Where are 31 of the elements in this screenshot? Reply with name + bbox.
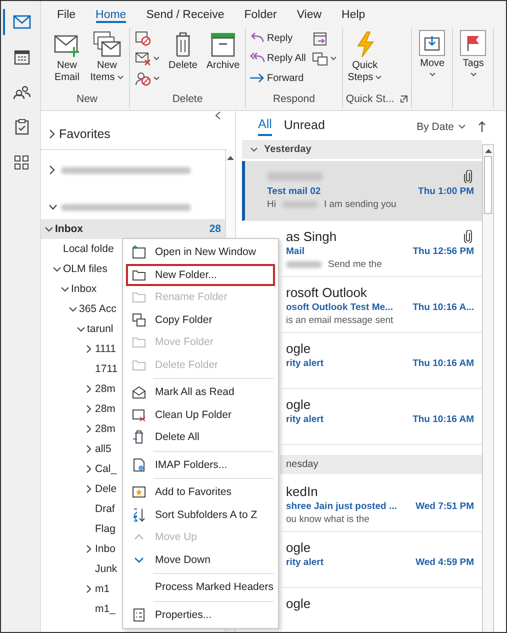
sender-name: rosoft Outlook [286, 284, 367, 300]
sender-name: ogle [286, 596, 311, 610]
sender-name: as Singh [286, 228, 337, 244]
message-preview: is an email message sent [286, 315, 394, 326]
unread-count: 28 [209, 223, 221, 235]
sender-name: ogle [286, 540, 311, 554]
message-subject: osoft Outlook Test Me... [286, 302, 393, 313]
message-subject: Test mail 02 [267, 186, 321, 197]
message-time: Thu 10:16 A... [412, 302, 474, 313]
message-time: Thu 1:00 PM [418, 186, 474, 197]
group-label: Delete [172, 93, 203, 105]
sender-name: kedIn [286, 484, 318, 498]
message-subject: rity alert [286, 358, 324, 369]
message-time: Wed 7:51 PM [416, 501, 474, 512]
message-preview: Hi [267, 199, 276, 210]
message-time: Thu 10:16 AM [412, 414, 474, 425]
sender-name: ogle [286, 396, 311, 412]
sender-name: ogle [286, 340, 311, 356]
group-label: Quick St... [346, 93, 394, 105]
group-label: New [76, 93, 98, 105]
message-preview: ou know what is the [286, 514, 370, 525]
message-time: Thu 10:16 AM [412, 358, 474, 369]
message-time: Thu 12:56 PM [412, 246, 474, 257]
message-time: Wed 4:59 PM [416, 557, 474, 568]
message-subject: shree Jain just posted ... [286, 501, 397, 512]
message-subject: Mail [286, 246, 304, 257]
message-subject: rity alert [286, 414, 324, 425]
group-label: Respond [272, 93, 315, 105]
message-preview: I am sending you [324, 199, 396, 210]
message-subject: rity alert [286, 557, 324, 568]
message-preview: Send me the [328, 259, 382, 270]
